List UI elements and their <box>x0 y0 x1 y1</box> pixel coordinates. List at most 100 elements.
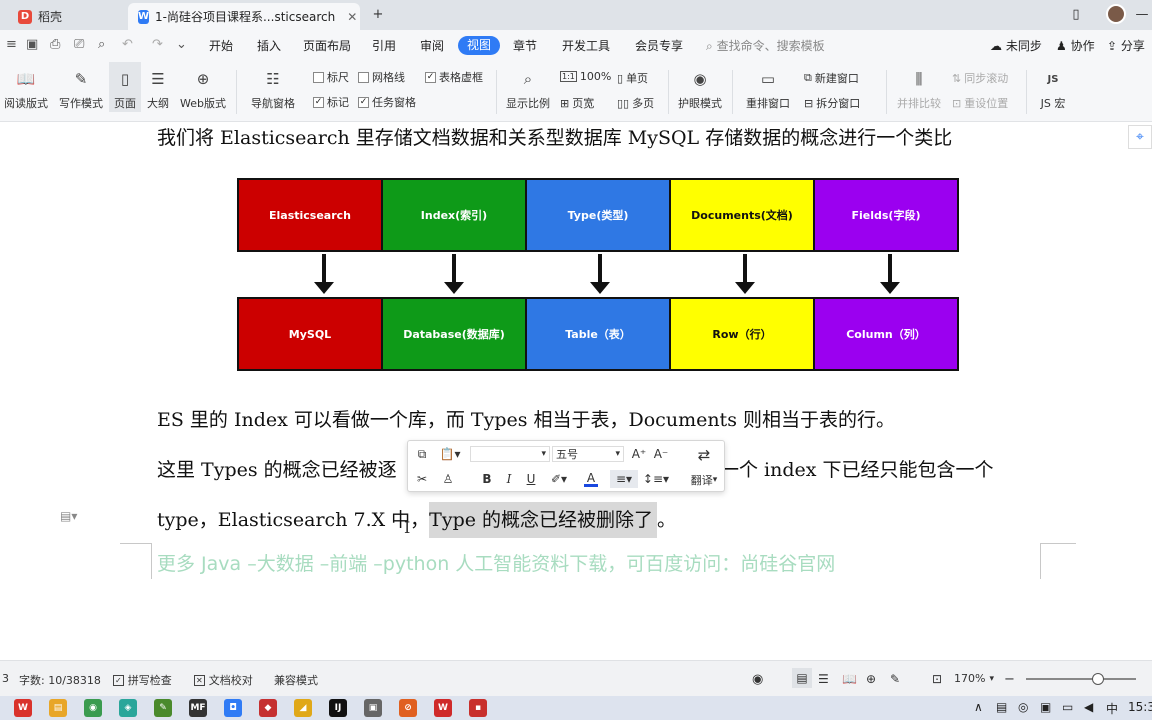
paragraph-index[interactable]: ES 里的 Index 可以看做一个库，而 Types 相当于表，Documen… <box>157 405 895 432</box>
sync-status[interactable]: ☁ 未同步 <box>990 37 1042 55</box>
font-size-select[interactable]: 五号 ▾ <box>552 446 624 462</box>
menu-chapter[interactable]: 章节 <box>513 37 537 55</box>
zoom-100-button[interactable]: 1:1 100% <box>560 70 611 83</box>
translate-icon[interactable]: ⇄ <box>692 445 716 465</box>
zoom-slider-thumb[interactable] <box>1092 673 1104 685</box>
highlight-icon[interactable]: ✐▾ <box>546 470 572 488</box>
volume-icon[interactable]: ◀ <box>1084 700 1093 714</box>
menu-layout[interactable]: 页面布局 <box>303 37 351 55</box>
font-color-button[interactable]: A <box>578 470 604 488</box>
ruler-checkbox[interactable]: 标尺 <box>313 69 349 85</box>
app-blue-icon[interactable]: ◘ <box>224 699 242 717</box>
word-count[interactable]: 字数: 10/38318 <box>19 672 101 688</box>
menu-icon[interactable]: ≡ <box>6 37 17 52</box>
app-orange-icon[interactable]: ⊘ <box>399 699 417 717</box>
wps-app-icon[interactable]: W <box>14 699 32 717</box>
menu-member[interactable]: 会员专享 <box>635 37 683 55</box>
tray-app-icon[interactable]: ▤ <box>996 700 1007 714</box>
map-pin-icon[interactable]: ⌖ <box>1128 125 1152 149</box>
web-layout-button[interactable]: ⊕ Web版式 <box>176 62 230 111</box>
rearrange-button[interactable]: ▭ 重排窗口 <box>740 62 796 111</box>
read-mode-button[interactable]: 📖 阅读版式 <box>2 62 50 111</box>
spellcheck-button[interactable]: ✓ 拼写检查 <box>113 672 172 688</box>
menu-review[interactable]: 审阅 <box>420 37 444 55</box>
app-red-icon[interactable]: ◆ <box>259 699 277 717</box>
new-window-button[interactable]: ⧉ 新建窗口 <box>804 70 859 86</box>
tray-app-icon[interactable]: ▣ <box>1040 700 1051 714</box>
copy-icon[interactable]: ⧉ <box>412 445 432 463</box>
close-icon[interactable]: ✕ <box>347 10 357 24</box>
web-view-icon[interactable]: ⊕ <box>866 672 876 686</box>
task-pane-checkbox[interactable]: ✓ 任务窗格 <box>358 94 416 110</box>
avatar[interactable] <box>1106 4 1126 24</box>
fit-page-icon[interactable]: ⊡ <box>932 672 942 686</box>
eye-mode-button[interactable]: ◉ 护眼模式 <box>675 62 725 111</box>
table-borders-checkbox[interactable]: ✓ 表格虚框 <box>425 69 483 85</box>
command-search[interactable]: ⌕ 查找命令、搜索模板 <box>706 37 825 55</box>
doc-proof-button[interactable]: ✕ 文档校对 <box>194 672 253 688</box>
wps-writer-icon[interactable]: W <box>434 699 452 717</box>
selected-text[interactable]: Type 的概念已经被删除了 <box>429 502 658 538</box>
gridlines-checkbox[interactable]: 网格线 <box>358 69 405 85</box>
new-tab-button[interactable]: + <box>368 5 388 23</box>
translate-button[interactable]: 翻译 ▾ <box>686 473 722 487</box>
page-view-icon[interactable]: ▤ <box>792 668 812 688</box>
zoom-out-icon[interactable]: − <box>1004 672 1015 687</box>
paragraph-intro[interactable]: 我们将 Elasticsearch 里存储文档数据和关系型数据库 MySQL 存… <box>157 123 952 150</box>
split-window-button[interactable]: ⊟ 拆分窗口 <box>804 95 860 111</box>
menu-insert[interactable]: 插入 <box>257 37 281 55</box>
write-mode-button[interactable]: ✎ 写作模式 <box>56 62 106 111</box>
app-gray-icon[interactable]: ▣ <box>364 699 382 717</box>
mf-icon[interactable]: MF <box>189 699 207 717</box>
window-layout-icon[interactable]: ▯ <box>1066 5 1086 23</box>
zoom-level[interactable]: 170% ▾ <box>954 672 994 685</box>
ime-indicator[interactable]: 中 <box>1106 700 1118 717</box>
app-icon[interactable]: ◈ <box>119 699 137 717</box>
align-icon[interactable]: ≡▾ <box>610 470 638 488</box>
file-explorer-icon[interactable]: ▤ <box>49 699 67 717</box>
font-name-select[interactable]: ▾ <box>470 446 550 462</box>
cut-icon[interactable]: ✂ <box>412 470 432 488</box>
tab-daoke[interactable]: D 稻壳 <box>8 3 123 30</box>
side-by-side-button[interactable]: ⫼ 并排比较 <box>894 62 944 111</box>
preview-icon[interactable]: ⌕ <box>98 37 105 52</box>
notepad-icon[interactable]: ✎ <box>154 699 172 717</box>
write-view-icon[interactable]: ✎ <box>890 672 900 686</box>
paragraph-marker-icon[interactable]: ▤▾ <box>60 509 77 523</box>
save-icon[interactable]: ▣ <box>26 37 38 52</box>
sync-scroll-button[interactable]: ⇅ 同步滚动 <box>952 70 1008 86</box>
idea-icon[interactable]: IJ <box>329 699 347 717</box>
menu-reference[interactable]: 引用 <box>372 37 396 55</box>
nav-pane-button[interactable]: ☷ 导航窗格 <box>244 62 302 111</box>
paragraph-type-removed[interactable]: type，Elasticsearch 7.X 中，Type 的概念已经被删除了。 <box>157 502 676 538</box>
outline-view-icon[interactable]: ☰ <box>818 672 829 686</box>
paragraph-types-b[interactable]: 一个 index 下已经只能包含一个 <box>720 455 994 482</box>
menu-devtools[interactable]: 开发工具 <box>562 37 610 55</box>
redo-icon[interactable]: ↷ <box>152 37 163 52</box>
read-view-icon[interactable]: 📖 <box>842 672 857 686</box>
chevron-down-icon[interactable]: ⌄ <box>176 37 187 52</box>
zoom-slider[interactable] <box>1026 673 1136 685</box>
tray-expand-icon[interactable]: ∧ <box>974 700 983 714</box>
tray-app-icon[interactable]: ◎ <box>1018 700 1028 714</box>
document-canvas[interactable]: 我们将 Elasticsearch 里存储文档数据和关系型数据库 MySQL 存… <box>0 123 1152 660</box>
menu-start[interactable]: 开始 <box>209 37 233 55</box>
reset-position-button[interactable]: ⊡ 重设位置 <box>952 95 1008 111</box>
page-number[interactable]: 3 <box>2 672 9 685</box>
paragraph-types-a[interactable]: 这里 Types 的概念已经被逐 <box>157 455 397 482</box>
underline-button[interactable]: U <box>522 470 540 488</box>
eye-icon[interactable]: ◉ <box>752 672 763 687</box>
grow-font-icon[interactable]: A⁺ <box>630 445 648 463</box>
paste-icon[interactable]: 📋▾ <box>436 445 464 463</box>
marks-checkbox[interactable]: ✓ 标记 <box>313 94 349 110</box>
js-macro-button[interactable]: JS JS 宏 <box>1032 62 1074 111</box>
collab-button[interactable]: ♟ 协作 <box>1056 37 1095 55</box>
shrink-font-icon[interactable]: A⁻ <box>652 445 670 463</box>
share-button[interactable]: ⇪ 分享 <box>1107 37 1145 55</box>
chrome-icon[interactable]: ◉ <box>84 699 102 717</box>
multi-page-button[interactable]: ▯▯ 多页 <box>617 95 654 111</box>
line-spacing-icon[interactable]: ↕≡▾ <box>642 470 670 488</box>
format-painter-icon[interactable]: ♙ <box>438 470 458 488</box>
app-red2-icon[interactable]: ▪ <box>469 699 487 717</box>
bold-button[interactable]: B <box>478 470 496 488</box>
